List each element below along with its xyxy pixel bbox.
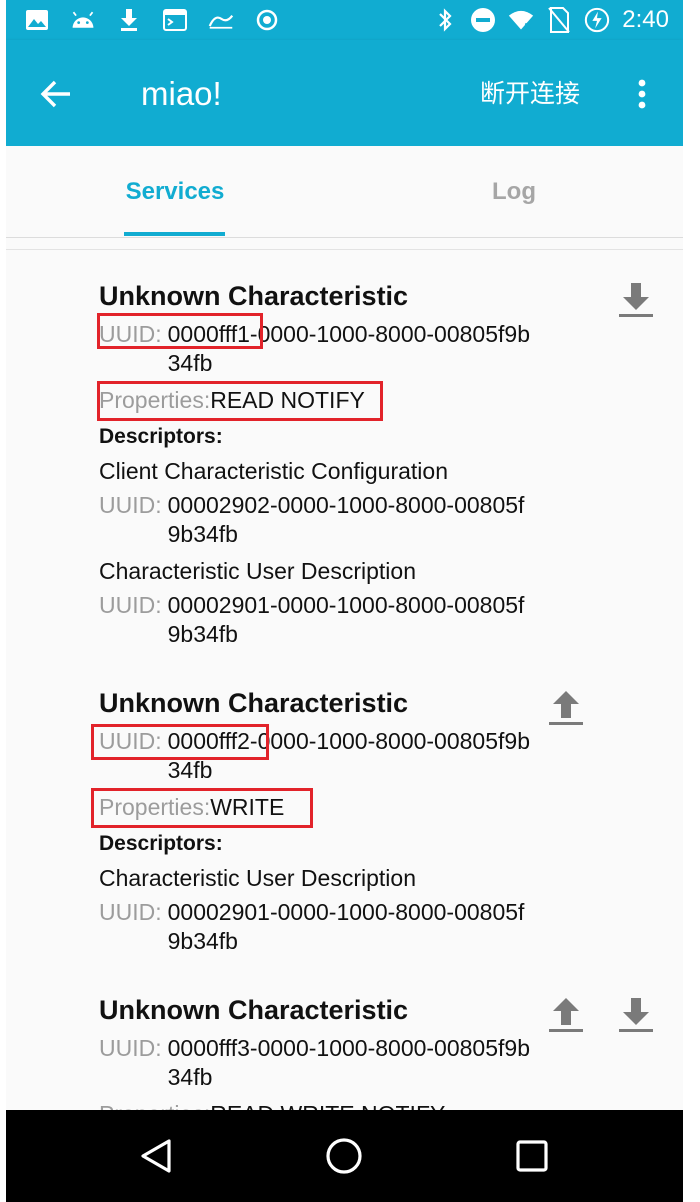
record-icon: [254, 7, 280, 33]
download-icon: [116, 7, 142, 33]
wave-icon: [208, 7, 234, 33]
read-download-icon[interactable]: [616, 280, 656, 320]
uuid-value: 00002902-0000-1000-8000-00805f9b34fb: [167, 492, 525, 547]
uuid-label: UUID:: [99, 492, 162, 518]
nav-home-button[interactable]: [320, 1132, 368, 1180]
app-screen: 2:40 miao! 断开连接 Services Log Unknown Cha…: [6, 0, 683, 1202]
descriptor-name: Characteristic User Description: [99, 865, 416, 891]
square-recents-icon: [516, 1140, 548, 1172]
uuid-value: 00002901-0000-1000-8000-00805f9b34fb: [167, 899, 525, 954]
tab-bar: Services Log: [6, 146, 683, 238]
uuid-value: 0000fff1-0000-1000-8000-00805f9b34fb: [167, 321, 530, 376]
active-tab-indicator: [124, 232, 225, 236]
descriptors-heading: Descriptors:: [99, 832, 223, 855]
uuid-value: 0000fff3-0000-1000-8000-00805f9b34fb: [167, 1035, 530, 1090]
no-sim-icon: [546, 7, 572, 33]
descriptor-uuid-row: UUID: 00002902-0000-1000-8000-00805f9b34…: [99, 491, 659, 549]
android-icon: [70, 7, 96, 33]
more-vert-icon: [638, 79, 646, 109]
write-upload-icon[interactable]: [546, 995, 586, 1035]
uuid-label: UUID:: [99, 592, 162, 618]
descriptor-uuid-row: UUID: 00002901-0000-1000-8000-00805f9b34…: [99, 898, 659, 956]
uuid-row: UUID: 0000fff1-0000-1000-8000-00805f9b34…: [99, 320, 659, 378]
navigation-bar: [6, 1110, 683, 1202]
nav-back-button[interactable]: [132, 1132, 180, 1180]
divider: [6, 249, 683, 250]
uuid-label: UUID:: [99, 321, 162, 347]
descriptor-uuid-row: UUID: 00002901-0000-1000-8000-00805f9b34…: [99, 591, 659, 649]
tab-log[interactable]: Log: [451, 146, 577, 238]
arrow-back-icon: [40, 80, 70, 108]
tab-services[interactable]: Services: [110, 146, 240, 238]
nav-recents-button[interactable]: [508, 1132, 556, 1180]
uuid-row: UUID: 0000fff2-0000-1000-8000-00805f9b34…: [99, 727, 659, 785]
characteristic-item[interactable]: Unknown Characteristic UUID: 0000fff1-00…: [99, 280, 659, 649]
uuid-row: UUID: 0000fff3-0000-1000-8000-00805f9b34…: [99, 1034, 659, 1092]
properties-value: READ NOTIFY: [210, 387, 365, 413]
descriptors-heading: Descriptors:: [99, 425, 223, 448]
device-title: miao!: [141, 75, 222, 112]
circle-home-icon: [326, 1138, 362, 1174]
battery-charging-icon: [584, 7, 610, 33]
terminal-icon: [162, 7, 188, 33]
app-bar: miao! 断开连接: [6, 40, 683, 146]
back-button[interactable]: [34, 72, 78, 116]
triangle-back-icon: [141, 1139, 171, 1173]
uuid-label: UUID:: [99, 899, 162, 925]
status-bar: 2:40: [6, 0, 683, 40]
write-upload-icon[interactable]: [546, 688, 586, 728]
descriptor-name: Characteristic User Description: [99, 558, 416, 584]
uuid-value: 00002901-0000-1000-8000-00805f9b34fb: [167, 592, 525, 647]
bluetooth-icon: [432, 7, 458, 33]
properties-value: WRITE: [210, 794, 285, 820]
image-icon: [24, 7, 50, 33]
uuid-label: UUID:: [99, 728, 162, 754]
disconnect-button[interactable]: 断开连接: [480, 74, 580, 114]
read-download-icon[interactable]: [616, 995, 656, 1035]
properties-label: Properties:: [99, 387, 211, 413]
properties-row: Properties: WRITE: [99, 793, 659, 822]
do-not-disturb-icon: [470, 7, 496, 33]
characteristic-title: Unknown Characteristic: [99, 281, 409, 311]
descriptor-name: Client Characteristic Configuration: [99, 458, 448, 484]
wifi-icon: [508, 7, 534, 33]
properties-row: Properties: READ NOTIFY: [99, 386, 659, 415]
overflow-menu-button[interactable]: [624, 72, 660, 116]
uuid-value: 0000fff2-0000-1000-8000-00805f9b34fb: [167, 728, 530, 783]
clock-time: 2:40: [622, 6, 669, 33]
uuid-label: UUID:: [99, 1035, 162, 1061]
properties-label: Properties:: [99, 794, 211, 820]
